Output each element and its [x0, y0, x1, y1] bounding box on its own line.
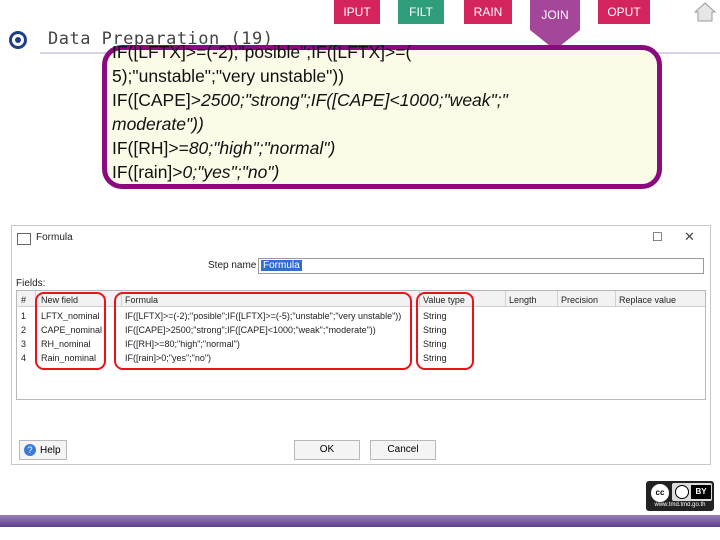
tab-iput[interactable]: IPUT: [334, 0, 380, 24]
step-name-input[interactable]: Formula: [258, 258, 704, 274]
column-header-replace-value[interactable]: Replace value: [619, 295, 699, 305]
tab-join[interactable]: JOIN: [530, 0, 580, 30]
formula-line-3: IF([CAPE]>2500;"strong";IF([CAPE]<1000;"…: [112, 90, 508, 110]
dialog-title: Formula: [36, 232, 73, 243]
formula-dialog: Formula ☐ ✕ Step name Formula Fields: # …: [11, 225, 711, 465]
formula-text: IF([LFTX]>=(-2);"posible";IF([LFTX]>=( 5…: [112, 40, 672, 184]
column-divider: [557, 291, 558, 307]
column-divider: [505, 291, 506, 307]
help-button[interactable]: ? Help: [19, 440, 67, 460]
formula-line-2: 5);"unstable";"very unstable")): [112, 66, 345, 86]
value-type-highlight: [416, 292, 474, 370]
cancel-button[interactable]: Cancel: [370, 440, 436, 460]
logo-icon: [9, 31, 27, 49]
fields-label: Fields:: [16, 278, 46, 289]
slide: IPUT FILT RAIN JOIN OPUT IF([LFTX]>=(-2)…: [0, 0, 720, 540]
tab-filt[interactable]: FILT: [398, 0, 444, 24]
cc-license-badge: cc BY www.tmd.tmd.go.th: [646, 481, 714, 511]
footer-url: www.tmd.tmd.go.th: [654, 502, 706, 508]
row-number: 1: [21, 311, 27, 321]
footer-strip: [0, 527, 720, 540]
column-divider: [615, 291, 616, 307]
ok-button[interactable]: OK: [294, 440, 360, 460]
by-label: BY: [691, 485, 711, 499]
column-header-precision[interactable]: Precision: [561, 295, 615, 305]
person-icon: [675, 485, 689, 499]
page-title: Data Preparation (19): [48, 29, 274, 49]
formula-line-6: IF([rain]>0;"yes";"no"): [112, 162, 280, 182]
row-number: 4: [21, 353, 27, 363]
tab-oput[interactable]: OPUT: [598, 0, 650, 24]
step-name-label: Step name: [208, 260, 257, 271]
help-label: Help: [40, 444, 61, 456]
column-header-length[interactable]: Length: [509, 295, 557, 305]
close-icon[interactable]: ✕: [684, 229, 695, 245]
by-icon: BY: [672, 483, 712, 501]
formula-line-5: IF([RH]>=80;"high";"normal"): [112, 138, 336, 158]
home-icon[interactable]: [694, 2, 716, 22]
help-icon: ?: [24, 444, 36, 456]
row-number: 3: [21, 339, 27, 349]
cc-icon: cc: [651, 484, 669, 502]
formula-highlight: [114, 292, 412, 370]
formula-line-4: moderate")): [112, 114, 204, 134]
column-header-num[interactable]: #: [21, 295, 33, 305]
row-number: 2: [21, 325, 27, 335]
footer-bar: [0, 515, 720, 527]
tab-rain[interactable]: RAIN: [464, 0, 512, 24]
window-icon: [17, 233, 31, 245]
maximize-icon[interactable]: ☐: [652, 230, 663, 244]
new-field-highlight: [35, 292, 106, 370]
